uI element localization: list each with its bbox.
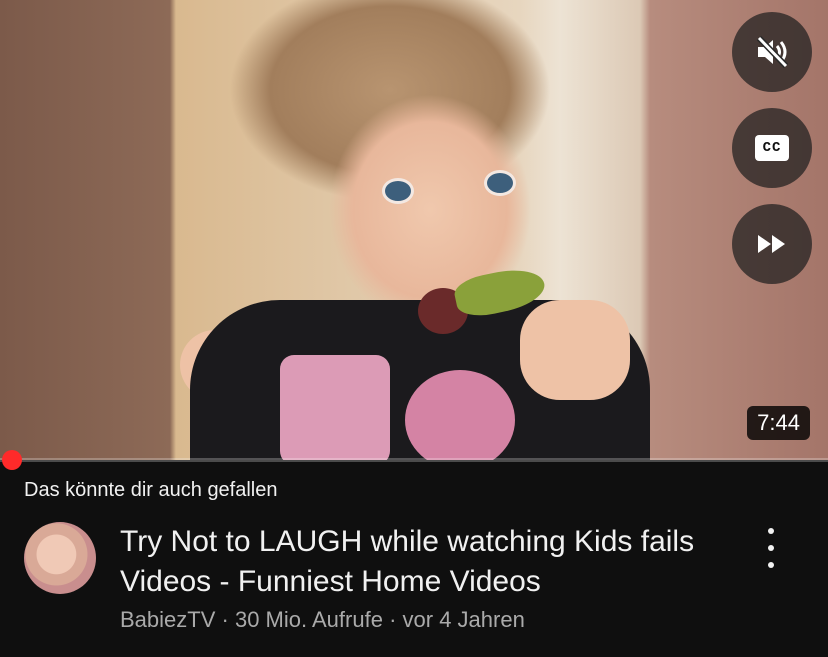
child-eye-left — [382, 178, 414, 204]
skip-button[interactable] — [732, 204, 812, 284]
meta-separator: · — [221, 607, 229, 632]
more-icon-dot — [768, 562, 774, 568]
channel-avatar[interactable] — [24, 522, 96, 594]
captions-label: CC — [762, 140, 782, 156]
section-title: Das könnte dir auch gefallen — [24, 479, 278, 501]
shirt-print — [280, 355, 390, 460]
video-meta: BabiezTV · 30 Mio. Aufrufe · vor 4 Jahre… — [120, 607, 525, 633]
shirt-heart-print — [405, 370, 515, 460]
fast-forward-icon — [758, 235, 785, 253]
video-title[interactable]: Try Not to LAUGH while watching Kids fai… — [120, 522, 720, 602]
child-eye-right — [484, 170, 516, 196]
progress-scrubber[interactable] — [2, 450, 22, 470]
mute-button[interactable] — [732, 12, 812, 92]
video-player[interactable]: CC 7:44 — [0, 0, 828, 460]
upload-age: vor 4 Jahren — [402, 607, 525, 632]
child-hand-right — [520, 300, 630, 400]
meta-separator: · — [389, 607, 397, 632]
more-icon-dot — [768, 545, 774, 551]
progress-bar[interactable] — [0, 458, 828, 462]
captions-button[interactable]: CC — [732, 108, 812, 188]
captions-icon: CC — [755, 135, 789, 161]
more-icon-dot — [768, 528, 774, 534]
speaker-muted-icon — [756, 35, 789, 69]
view-count: 30 Mio. Aufrufe — [234, 607, 383, 632]
duration-badge: 7:44 — [747, 406, 810, 440]
more-options-button[interactable] — [760, 528, 782, 568]
channel-name[interactable]: BabiezTV — [120, 607, 215, 632]
